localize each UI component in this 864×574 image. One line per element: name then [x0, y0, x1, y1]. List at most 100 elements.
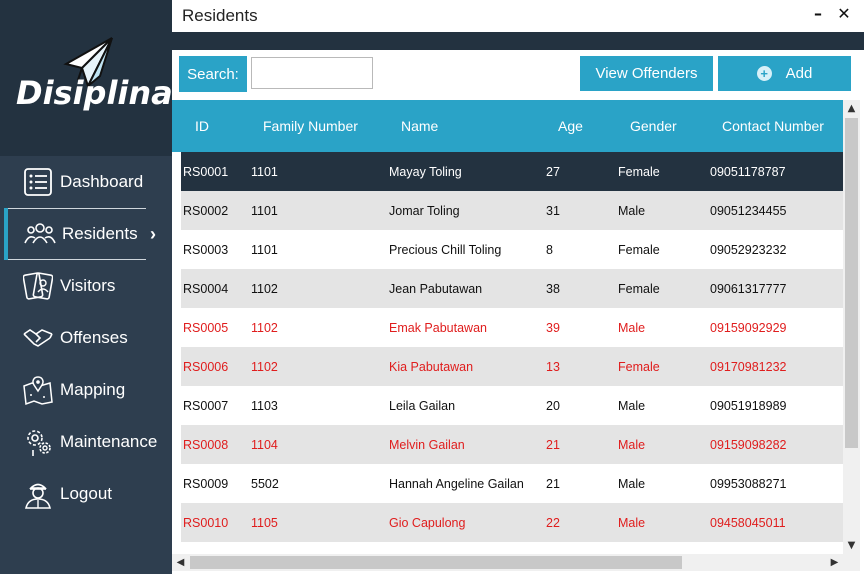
window-title: Residents	[182, 6, 258, 25]
cell-age: 21	[546, 477, 560, 491]
cell-id: RS0006	[183, 360, 229, 374]
residents-table: ID Family Number Name Age Gender Contact…	[172, 100, 864, 574]
sidebar: Disiplina Dashboard Residents › Visitors…	[0, 0, 173, 574]
cell-contact-number: 09458045011	[710, 516, 786, 530]
header-band	[172, 32, 864, 50]
logo-area: Disiplina	[0, 0, 173, 156]
table-row[interactable]: RS0001 1101 Mayay Toling 27 Female 0905117878…	[181, 152, 843, 191]
cell-contact-number: 09953088271	[710, 477, 787, 491]
cell-age: 21	[546, 438, 560, 452]
cell-contact-number: 09052923232	[710, 243, 787, 257]
sidebar-item-label: Visitors	[60, 276, 116, 295]
view-offenders-button[interactable]: View Offenders	[580, 56, 713, 91]
horizontal-scrollbar[interactable]: ◀ ▶	[172, 554, 843, 571]
cell-id: RS0008	[183, 438, 229, 452]
sidebar-item-visitors[interactable]: Visitors	[0, 260, 172, 312]
cell-family-number: 5502	[251, 477, 279, 491]
vertical-scrollbar[interactable]: ▲ ▼	[843, 100, 860, 554]
cell-contact-number: 09051178787	[710, 165, 786, 179]
cell-id: RS0007	[183, 399, 229, 413]
id-cards-icon	[22, 270, 54, 302]
scroll-thumb[interactable]	[845, 118, 858, 448]
cell-gender: Female	[618, 360, 660, 374]
active-indicator	[4, 208, 8, 260]
cell-id: RS0009	[183, 477, 229, 491]
cell-name: Melvin Gailan	[389, 438, 465, 452]
main-panel: Residents – ✕ Search: View Offenders + A…	[172, 0, 864, 574]
cell-id: RS0003	[183, 243, 229, 257]
cell-name: Kia Pabutawan	[389, 360, 474, 374]
sidebar-item-label: Logout	[60, 484, 112, 503]
cell-age: 31	[546, 204, 560, 218]
sidebar-item-label: Dashboard	[60, 172, 144, 191]
cell-id: RS0004	[183, 282, 229, 296]
user-icon	[22, 478, 54, 510]
cell-id: RS0002	[183, 204, 229, 218]
cell-gender: Female	[618, 165, 660, 179]
search-input[interactable]	[251, 57, 373, 89]
cell-family-number: 1101	[251, 243, 278, 257]
list-icon	[22, 166, 54, 198]
minimize-button[interactable]: –	[808, 4, 828, 26]
add-button[interactable]: + Add	[718, 56, 851, 91]
cell-gender: Male	[618, 399, 646, 413]
table-row[interactable]: RS0005 1102 Emak Pabutawan 39 Male 0915909292…	[181, 308, 843, 347]
cell-family-number: 1103	[251, 399, 278, 413]
cell-age: 38	[546, 282, 560, 296]
sidebar-item-offenses[interactable]: Offenses	[0, 312, 172, 364]
column-header-age[interactable]: Age	[558, 118, 583, 134]
column-header-contact-number[interactable]: Contact Number	[722, 118, 824, 134]
cell-contact-number: 09051234455	[710, 204, 787, 218]
gears-icon	[22, 426, 54, 458]
sidebar-item-label: Mapping	[60, 380, 126, 399]
scroll-thumb[interactable]	[190, 556, 682, 569]
sidebar-item-maintenance[interactable]: Maintenance	[0, 416, 172, 468]
cell-gender: Female	[618, 243, 660, 257]
table-row[interactable]: RS0004 1102 Jean Pabutawan 38 Female 09061317…	[181, 269, 843, 308]
brand-logo-text: Disiplina	[16, 74, 173, 112]
scroll-left-icon[interactable]: ◀	[172, 554, 189, 571]
sidebar-item-label: Maintenance	[60, 432, 158, 451]
table-row[interactable]: RS0010 1105 Gio Capulong 22 Male 09458045011	[181, 503, 843, 542]
cell-contact-number: 09061317777	[710, 282, 787, 296]
scroll-down-icon[interactable]: ▼	[843, 537, 860, 554]
cell-family-number: 1101	[251, 165, 278, 179]
cell-gender: Female	[618, 282, 660, 296]
table-row[interactable]: RS0002 1101 Jomar Toling 31 Male 09051234455	[181, 191, 843, 230]
sidebar-item-dashboard[interactable]: Dashboard	[0, 156, 172, 208]
column-header-id[interactable]: ID	[195, 118, 209, 134]
cell-id: RS0010	[183, 516, 229, 530]
table-row[interactable]: RS0008 1104 Melvin Gailan 21 Male 09159098282	[181, 425, 843, 464]
map-pin-icon	[22, 374, 54, 406]
table-row[interactable]: RS0003 1101 Precious Chill Toling 8 Female 09…	[181, 230, 843, 269]
close-button[interactable]: ✕	[834, 4, 854, 26]
sidebar-item-residents[interactable]: Residents ›	[0, 208, 172, 260]
scroll-up-icon[interactable]: ▲	[843, 100, 860, 117]
column-header-gender[interactable]: Gender	[630, 118, 677, 134]
column-header-name[interactable]: Name	[401, 118, 438, 134]
app-window: Disiplina Dashboard Residents › Visitors…	[0, 0, 864, 574]
people-icon	[24, 218, 56, 250]
cell-name: Precious Chill Toling	[389, 243, 502, 257]
cell-contact-number: 09170981232	[710, 360, 787, 374]
cell-contact-number: 09051918989	[710, 399, 787, 413]
cell-gender: Male	[618, 438, 646, 452]
table-body: RS0001 1101 Mayay Toling 27 Female 0905117878…	[181, 152, 843, 542]
sidebar-nav: Dashboard Residents › Visitors Offenses …	[0, 156, 172, 520]
cell-gender: Male	[618, 477, 646, 491]
title-bar: Residents – ✕	[172, 0, 864, 32]
chevron-right-icon: ›	[150, 224, 156, 244]
table-row[interactable]: RS0007 1103 Leila Gailan 20 Male 09051918989	[181, 386, 843, 425]
table-row[interactable]: RS0006 1102 Kia Pabutawan 13 Female 091709812…	[181, 347, 843, 386]
scroll-right-icon[interactable]: ▶	[826, 554, 843, 571]
cell-gender: Male	[618, 516, 646, 530]
cell-age: 27	[546, 165, 560, 179]
cell-family-number: 1102	[251, 282, 278, 296]
table-row[interactable]: RS0009 5502 Hannah Angeline Gailan 21 Male 09…	[181, 464, 843, 503]
column-header-family-number[interactable]: Family Number	[263, 118, 358, 134]
cell-age: 39	[546, 321, 560, 335]
sidebar-item-mapping[interactable]: Mapping	[0, 364, 172, 416]
cell-name: Jean Pabutawan	[389, 282, 483, 296]
sidebar-item-logout[interactable]: Logout	[0, 468, 172, 520]
view-offenders-label: View Offenders	[595, 65, 698, 82]
